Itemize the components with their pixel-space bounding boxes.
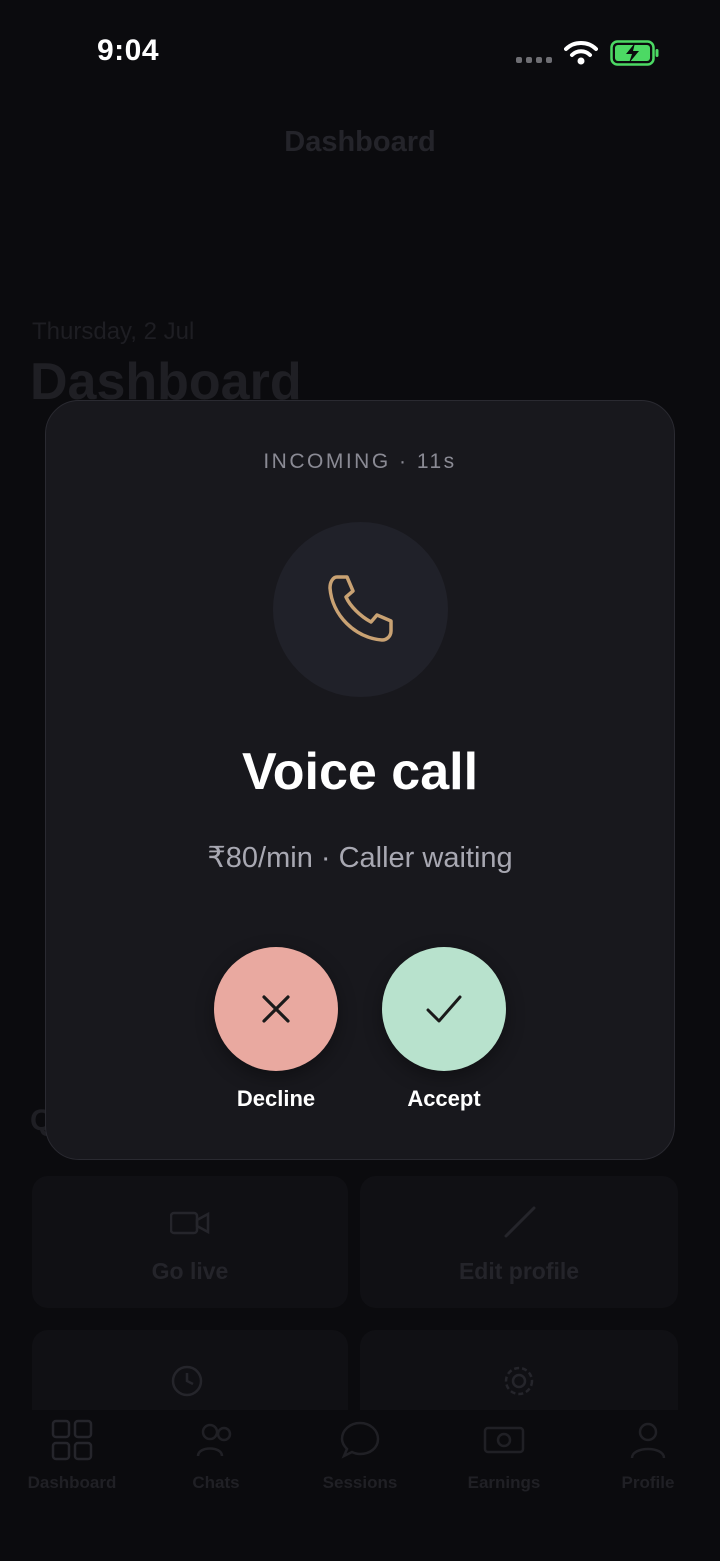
battery-charging-icon (610, 40, 659, 66)
tab-label: Earnings (467, 1473, 541, 1492)
call-icon-circle (273, 522, 448, 697)
clock-icon (171, 1365, 203, 1397)
tab-earnings[interactable]: Earnings (432, 1418, 576, 1493)
accept-button[interactable] (382, 947, 506, 1071)
tab-label: Chats (192, 1473, 240, 1492)
status-time: 9:04 (97, 34, 160, 67)
pencil-icon (504, 1206, 536, 1238)
go-live-card[interactable]: Go live (32, 1176, 348, 1308)
tab-chats[interactable]: Chats (144, 1418, 288, 1493)
gear-icon (504, 1366, 534, 1396)
incoming-status: INCOMING · 11s (263, 450, 457, 473)
close-icon (262, 995, 290, 1023)
header-title: Dashboard (284, 126, 436, 158)
users-icon (196, 1423, 232, 1457)
screen: Dashboard Thursday, 2 Jul Dashboard Q Go… (0, 0, 720, 1561)
person-icon (630, 1422, 666, 1459)
call-title: Voice call (241, 743, 479, 801)
checkmark-icon (426, 995, 462, 1023)
call-subtitle: ₹80/min · Caller waiting (207, 842, 513, 874)
tab-label: Sessions (322, 1473, 398, 1492)
date-label: Thursday, 2 Jul (32, 318, 195, 345)
money-icon (483, 1426, 525, 1454)
decline-label: Decline (236, 1086, 316, 1111)
phone-icon (328, 575, 393, 642)
chat-bubble-icon (340, 1421, 380, 1459)
edit-profile-card[interactable]: Edit profile (360, 1176, 678, 1308)
tab-profile[interactable]: Profile (576, 1418, 720, 1493)
wifi-icon (564, 41, 598, 65)
tab-dashboard[interactable]: Dashboard (0, 1418, 144, 1493)
accept-label: Accept (407, 1086, 481, 1111)
tab-sessions[interactable]: Sessions (288, 1418, 432, 1493)
cellular-signal-icon (516, 57, 552, 63)
grid-icon (51, 1419, 93, 1461)
tab-label: Profile (621, 1473, 675, 1492)
go-live-label: Go live (151, 1258, 229, 1284)
edit-profile-label: Edit profile (458, 1258, 580, 1284)
video-icon (170, 1211, 210, 1235)
tab-label: Dashboard (27, 1473, 117, 1492)
decline-button[interactable] (214, 947, 338, 1071)
